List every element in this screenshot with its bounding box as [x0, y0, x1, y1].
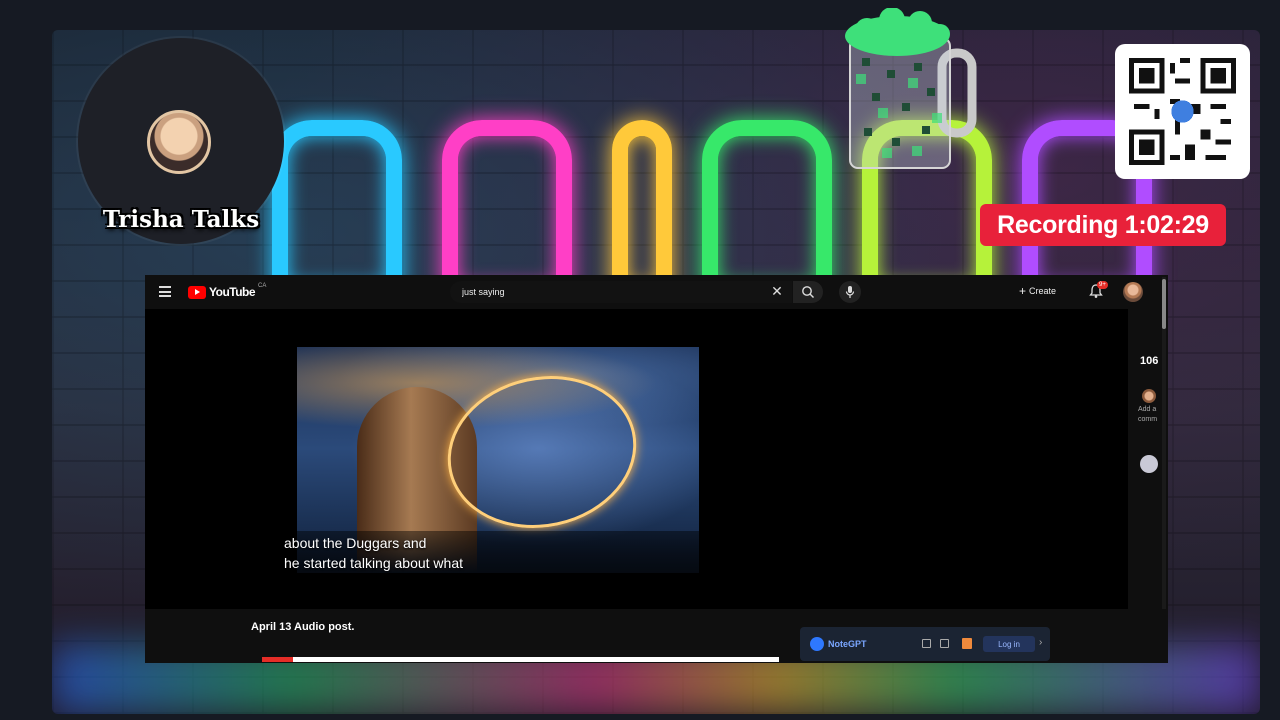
stream-canvas: Trisha Talks Recording 1:02:29 YouTube C…: [0, 0, 1280, 720]
streamer-badge: Trisha Talks: [78, 38, 284, 244]
post-title: April 13 Audio post.: [251, 621, 355, 633]
recording-timer: Recording 1:02:29: [980, 204, 1226, 246]
youtube-window: YouTube CA ✕ + Create 9+: [145, 275, 1168, 663]
notification-badge: 9+: [1097, 281, 1108, 289]
youtube-logo-text: YouTube: [209, 285, 256, 299]
create-button[interactable]: + Create: [1019, 284, 1056, 298]
video-player[interactable]: about the Duggars and he started talking…: [145, 309, 1128, 609]
neon-letter: [272, 120, 402, 300]
close-icon[interactable]: ✕: [769, 283, 785, 299]
copy-icon[interactable]: [940, 639, 949, 648]
youtube-header: YouTube CA ✕ + Create 9+: [145, 275, 1168, 309]
neon-letter: [702, 120, 832, 300]
chevron-right-icon[interactable]: ›: [1039, 637, 1042, 648]
search-icon: [802, 286, 814, 298]
notegpt-logo-icon: [810, 637, 824, 651]
scrollbar[interactable]: [1162, 277, 1166, 657]
neon-letter: [442, 120, 572, 300]
add-comment-field[interactable]: Add a comm: [1138, 405, 1164, 425]
video-details: April 13 Audio post. NoteGPT Log in ›: [145, 609, 1168, 663]
caption-line: he started talking about what: [284, 555, 464, 571]
notegpt-name: NoteGPT: [828, 639, 867, 649]
beer-mug-icon: [845, 8, 977, 169]
voice-search-button[interactable]: [839, 281, 861, 303]
caption-line: about the Duggars and: [284, 535, 427, 551]
neon-letter: [612, 120, 672, 300]
image-icon[interactable]: [1140, 455, 1158, 473]
youtube-play-icon: [188, 285, 206, 299]
notegpt-toolbar: NoteGPT Log in ›: [800, 627, 1050, 661]
plus-icon: +: [1019, 284, 1027, 298]
youtube-logo[interactable]: YouTube CA: [188, 283, 267, 299]
search-input[interactable]: [462, 285, 762, 299]
login-button[interactable]: Log in: [983, 636, 1035, 652]
user-avatar[interactable]: [1123, 282, 1143, 302]
streamer-name: Trisha Talks: [102, 206, 260, 233]
streamer-avatar: [147, 110, 211, 174]
youtube-logo-country: CA: [258, 283, 267, 289]
video-caption: about the Duggars and he started talking…: [284, 533, 463, 573]
search-button[interactable]: [793, 281, 823, 303]
like-count: 106: [1140, 355, 1159, 367]
search-bar: [450, 281, 792, 303]
progress-fill: [262, 657, 294, 662]
menu-icon[interactable]: [159, 286, 171, 297]
microphone-icon: [845, 286, 855, 298]
trash-icon[interactable]: [962, 638, 972, 649]
audio-progress-bar[interactable]: [262, 657, 779, 662]
screenshot-icon[interactable]: [922, 639, 931, 648]
comment-avatar: [1142, 389, 1156, 403]
create-label: Create: [1029, 286, 1057, 296]
qr-code-icon: [1115, 44, 1250, 179]
scrollbar-thumb[interactable]: [1162, 279, 1166, 329]
